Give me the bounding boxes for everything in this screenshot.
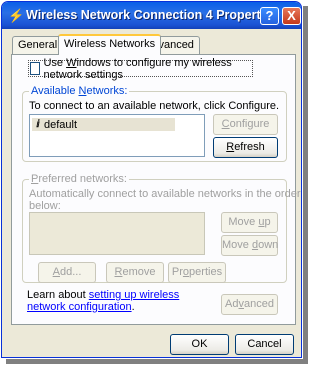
preferred-networks-description: Automatically connect to available netwo… (29, 188, 302, 212)
windows-config-checkbox-row[interactable]: Use Windows to configure my wireless net… (28, 57, 253, 81)
ok-button[interactable]: OK (170, 334, 229, 355)
preferred-networks-title: Preferred networks: (29, 173, 129, 185)
list-item[interactable]: ⅈ default (32, 118, 175, 131)
properties-window: ⚡ Wireless Network Connection 4 Properti… (1, 1, 302, 358)
advanced-button[interactable]: Advanced (221, 294, 278, 315)
windows-config-checkbox[interactable] (30, 62, 41, 75)
network-connection-icon: ⚡ (8, 8, 25, 23)
window-title: Wireless Network Connection 4 Properties (26, 8, 279, 22)
move-up-button[interactable]: Move up (221, 212, 278, 233)
window-shadow-right (303, 6, 308, 360)
refresh-button[interactable]: Refresh (213, 137, 278, 158)
wireless-antenna-icon: ⅈ (36, 119, 40, 130)
add-button[interactable]: Add... (38, 262, 96, 283)
available-networks-description: To connect to an available network, clic… (29, 100, 280, 112)
available-networks-list[interactable]: ⅈ default (29, 114, 205, 157)
preferred-description-line1: Automatically connect to available netwo… (29, 188, 302, 200)
help-button[interactable]: ? (260, 7, 279, 25)
close-button[interactable]: X (282, 7, 301, 25)
remove-button[interactable]: Remove (106, 262, 164, 283)
preferred-networks-list[interactable] (29, 212, 205, 255)
cancel-button[interactable]: Cancel (235, 334, 294, 355)
preferred-description-line2: below: (29, 200, 61, 212)
available-networks-title: Available Networks: (29, 85, 130, 97)
tab-general[interactable]: General (12, 36, 64, 54)
windows-config-label: Use Windows to configure my wireless net… (43, 56, 232, 81)
title-bar[interactable]: ⚡ Wireless Network Connection 4 Properti… (2, 2, 301, 29)
window-shadow-bottom (6, 359, 308, 364)
move-down-button[interactable]: Move down (221, 235, 278, 256)
tab-wireless-networks[interactable]: Wireless Networks (58, 34, 162, 55)
network-name: default (44, 118, 78, 131)
properties-button[interactable]: Properties (168, 262, 226, 283)
configure-button[interactable]: Configure (213, 114, 278, 135)
learn-about-text: Learn about setting up wireless network … (27, 289, 180, 313)
